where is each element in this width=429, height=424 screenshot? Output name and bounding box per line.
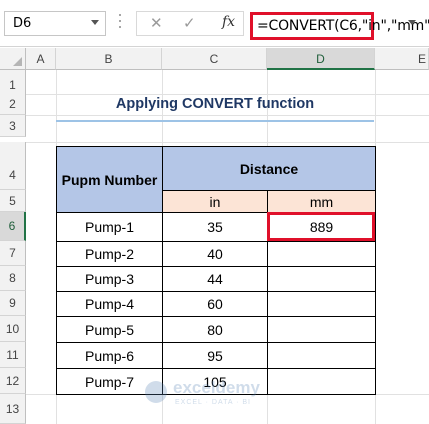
- header-unit-in[interactable]: in: [162, 190, 268, 213]
- watermark: exceldemy EXCEL · DATA · BI: [145, 377, 295, 413]
- column-header-c[interactable]: C: [162, 48, 267, 70]
- name-box[interactable]: D6: [4, 11, 106, 36]
- pump-name-cell[interactable]: Pump-1: [56, 212, 163, 242]
- function-icon[interactable]: fx: [222, 14, 235, 30]
- row-header-5[interactable]: 5: [0, 190, 26, 212]
- distance-in-cell[interactable]: 80: [162, 316, 268, 343]
- distance-in-cell[interactable]: 40: [162, 241, 268, 267]
- exceldemy-logo-icon: [145, 381, 167, 403]
- row-header-3[interactable]: 3: [0, 115, 26, 137]
- distance-mm-cell[interactable]: [267, 241, 376, 267]
- row-header-6[interactable]: 6: [0, 212, 26, 241]
- gridline: [26, 94, 429, 95]
- expand-formula-bar-icon[interactable]: [408, 20, 416, 25]
- active-cell-highlight: [267, 212, 375, 241]
- formula-text: =CONVERT(C6,"in","mm"): [257, 18, 429, 34]
- pump-name-cell[interactable]: Pump-2: [56, 241, 163, 267]
- distance-mm-cell[interactable]: [267, 342, 376, 369]
- row-header-12[interactable]: 12: [0, 368, 26, 394]
- chevron-down-icon[interactable]: [91, 20, 99, 25]
- page-title: Applying CONVERT function: [115, 96, 315, 112]
- cancel-icon[interactable]: ✕: [150, 14, 163, 32]
- row-header-9[interactable]: 9: [0, 291, 26, 316]
- distance-mm-cell[interactable]: [267, 266, 376, 292]
- column-header-e[interactable]: E: [375, 48, 429, 70]
- distance-in-cell[interactable]: 95: [162, 342, 268, 369]
- pump-name-cell[interactable]: Pump-6: [56, 342, 163, 369]
- row-header-8[interactable]: 8: [0, 266, 26, 291]
- title-underline: [56, 120, 374, 122]
- row-header-2[interactable]: 2: [0, 94, 26, 115]
- header-pump-number[interactable]: Pupm Number: [56, 146, 163, 213]
- pump-name-cell[interactable]: Pump-3: [56, 266, 163, 292]
- column-header-b[interactable]: B: [56, 48, 162, 70]
- gridline: [26, 142, 429, 143]
- check-icon[interactable]: ✓: [183, 14, 196, 32]
- row-header-10[interactable]: 10: [0, 316, 26, 342]
- row-header-4[interactable]: 4: [0, 142, 26, 190]
- formula-bar: D6 ✕ ✓ fx =CONVERT(C6,"in","mm"): [0, 0, 429, 47]
- row-header-11[interactable]: 11: [0, 342, 26, 368]
- distance-in-cell[interactable]: 35: [162, 212, 268, 242]
- pump-name-cell[interactable]: Pump-4: [56, 291, 163, 317]
- distance-in-cell[interactable]: 44: [162, 266, 268, 292]
- distance-in-cell[interactable]: 60: [162, 291, 268, 317]
- gridline: [26, 115, 429, 116]
- watermark-name: exceldemy: [173, 378, 260, 397]
- watermark-tagline: EXCEL · DATA · BI: [175, 399, 251, 406]
- name-box-value: D6: [13, 16, 32, 31]
- distance-mm-cell[interactable]: [267, 316, 376, 343]
- select-all-corner[interactable]: [0, 48, 26, 70]
- column-header-a[interactable]: A: [26, 48, 56, 70]
- column-header-d[interactable]: D: [267, 48, 375, 70]
- distance-mm-cell[interactable]: [267, 291, 376, 317]
- pump-name-cell[interactable]: Pump-5: [56, 316, 163, 343]
- formula-input[interactable]: =CONVERT(C6,"in","mm"): [250, 12, 429, 40]
- header-unit-mm[interactable]: mm: [267, 190, 376, 213]
- drag-handle-icon[interactable]: [117, 14, 123, 32]
- row-header-7[interactable]: 7: [0, 241, 26, 266]
- row-header-13[interactable]: 13: [0, 394, 26, 424]
- header-distance[interactable]: Distance: [162, 146, 376, 191]
